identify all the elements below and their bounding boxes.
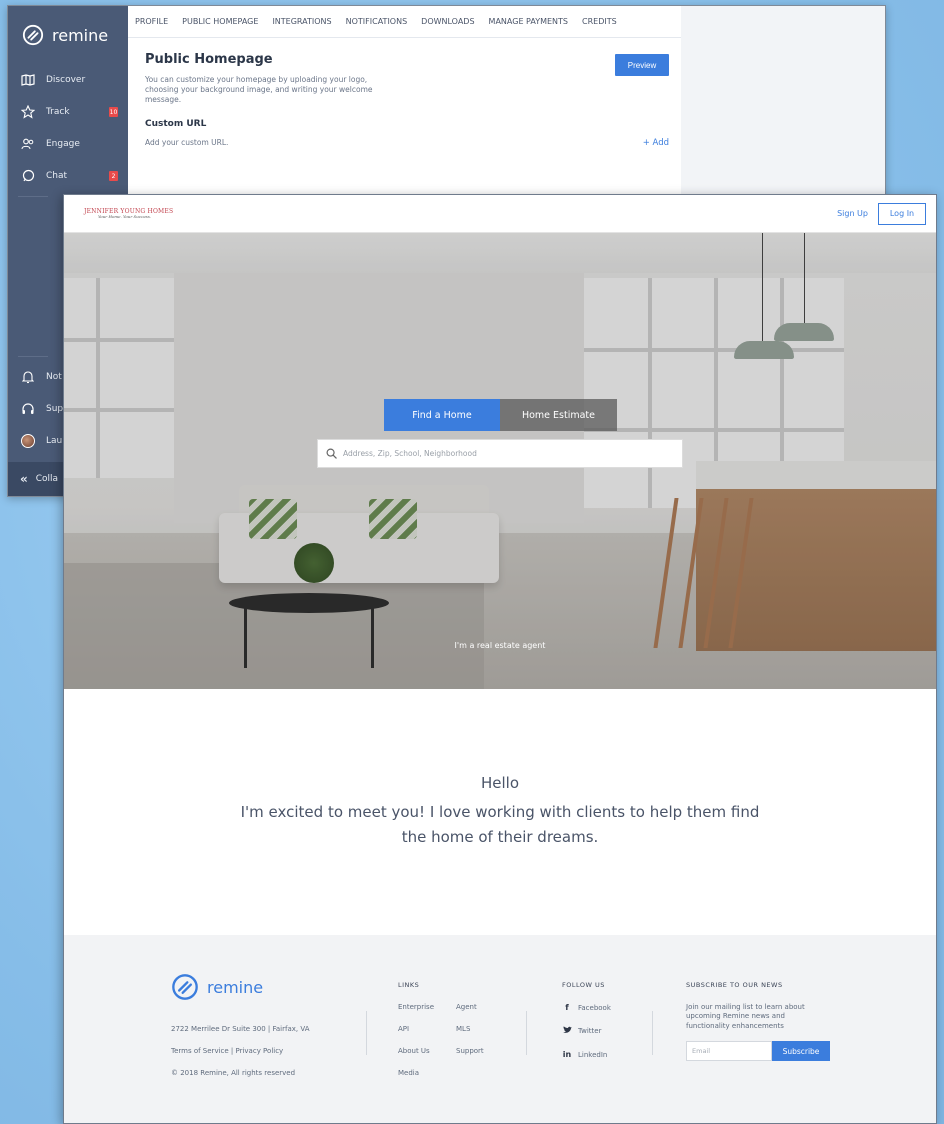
tab-notifications[interactable]: NOTIFICATIONS (346, 17, 408, 26)
log-in-button[interactable]: Log In (878, 202, 926, 225)
subscribe-heading: SUBSCRIBE TO OUR NEWS (686, 981, 783, 989)
auth-controls: Sign Up Log In (837, 202, 926, 225)
social-label: Facebook (578, 1003, 611, 1012)
public-homepage-settings: Public Homepage You can customize your h… (145, 52, 669, 148)
subscribe-description: Join our mailing list to learn about upc… (686, 1003, 805, 1030)
tab-manage-payments[interactable]: MANAGE PAYMENTS (489, 17, 568, 26)
sidebar-logo-text: remine (52, 25, 109, 45)
double-chevron-left-icon: « (20, 472, 28, 486)
sidebar-item-discover[interactable]: Discover (8, 64, 128, 96)
footer-link-media[interactable]: Media (398, 1069, 456, 1077)
footer-divider (366, 1011, 367, 1055)
footer-link-enterprise[interactable]: Enterprise (398, 1003, 456, 1011)
add-custom-url-link[interactable]: + Add (643, 138, 669, 148)
sidebar-divider (18, 196, 48, 197)
footer-logo[interactable]: remine (171, 973, 309, 1001)
tab-home-estimate[interactable]: Home Estimate (500, 399, 617, 431)
public-homepage-window: JENNIFER YOUNG HOMES Your Home. Your Suc… (63, 194, 937, 1124)
sidebar-item-label: Engage (46, 139, 80, 149)
sidebar-item-label: Track (46, 107, 70, 117)
collapse-label: Colla (35, 474, 59, 484)
sidebar-item-label: Sup (46, 404, 64, 414)
footer-links: LINKS Enterprise Agent API MLS About Us … (398, 981, 506, 1077)
avatar (21, 434, 35, 448)
site-footer: remine 2722 Merrilee Dr Suite 300 | Fair… (64, 935, 936, 1123)
welcome-message: I'm excited to meet you! I love working … (240, 802, 760, 847)
linkedin-icon: in (562, 1050, 572, 1059)
footer-divider (652, 1011, 653, 1055)
sidebar-item-chat[interactable]: Chat 2 (8, 160, 128, 192)
tab-integrations[interactable]: INTEGRATIONS (272, 17, 331, 26)
search-icon (326, 448, 337, 459)
track-count-badge: 10 (109, 107, 118, 117)
home-search-bar (317, 439, 683, 468)
brand-logo[interactable]: JENNIFER YOUNG HOMES Your Home. Your Suc… (84, 208, 173, 219)
footer-logo-text: remine (207, 977, 264, 997)
chat-count-badge: 2 (109, 171, 118, 181)
subscribe-form: Subscribe (686, 1041, 830, 1062)
sidebar-item-track[interactable]: Track 10 (8, 96, 128, 128)
custom-url-description: Add your custom URL. (145, 138, 229, 148)
sign-up-link[interactable]: Sign Up (837, 209, 868, 218)
sidebar-logo[interactable]: remine (8, 6, 128, 64)
twitter-icon (562, 1026, 572, 1036)
tab-downloads[interactable]: DOWNLOADS (421, 17, 474, 26)
section-description: You can customize your homepage by uploa… (145, 75, 373, 105)
chat-bubble-icon (20, 168, 36, 184)
footer-address: 2722 Merrilee Dr Suite 300 | Fairfax, VA (171, 1025, 310, 1033)
tab-profile[interactable]: PROFILE (135, 17, 168, 26)
bell-icon (20, 369, 36, 385)
remine-logo-icon (172, 974, 198, 1000)
subscribe-button[interactable]: Subscribe (772, 1041, 830, 1062)
footer-subscribe: SUBSCRIBE TO OUR NEWS Join our mailing l… (686, 981, 830, 1062)
tab-public-homepage[interactable]: PUBLIC HOMEPAGE (182, 17, 258, 26)
welcome-section: Hello I'm excited to meet you! I love wo… (64, 689, 936, 935)
remine-logo-icon (22, 24, 44, 46)
custom-url-title: Custom URL (145, 119, 207, 130)
facebook-icon: f (565, 1003, 569, 1012)
footer-copyright: © 2018 Remine, All rights reserved (171, 1069, 296, 1077)
social-label: Twitter (578, 1027, 602, 1035)
preview-button[interactable]: Preview (615, 54, 669, 76)
sidebar-item-label: Lau (46, 436, 63, 446)
hero-section: Find a Home Home Estimate I'm a real est… (64, 233, 936, 689)
footer-divider (526, 1011, 527, 1055)
footer-company: remine 2722 Merrilee Dr Suite 300 | Fair… (171, 973, 309, 1077)
sidebar-divider (18, 356, 48, 357)
people-icon (20, 136, 36, 152)
map-icon (20, 72, 36, 88)
real-estate-agent-link[interactable]: I'm a real estate agent (64, 641, 936, 650)
tab-find-a-home[interactable]: Find a Home (384, 399, 500, 431)
sidebar-item-label: Chat (46, 171, 68, 181)
footer-social: FOLLOW US f Facebook Twitter in LinkedIn (562, 981, 611, 1059)
star-icon (20, 104, 36, 120)
settings-tabs: PROFILE PUBLIC HOMEPAGE INTEGRATIONS NOT… (128, 6, 681, 38)
sidebar-item-label: Not (46, 372, 62, 382)
search-mode-tabs: Find a Home Home Estimate (384, 399, 617, 431)
social-label: LinkedIn (578, 1050, 608, 1059)
brand-tagline: Your Home. Your Success. (98, 213, 152, 219)
tab-credits[interactable]: CREDITS (582, 17, 617, 26)
search-input[interactable] (343, 449, 674, 458)
social-twitter-link[interactable]: Twitter (562, 1026, 611, 1036)
footer-legal-links[interactable]: Terms of Service | Privacy Policy (171, 1047, 309, 1055)
email-field[interactable] (686, 1041, 772, 1062)
footer-link-agent[interactable]: Agent (456, 1003, 506, 1011)
footer-link-mls[interactable]: MLS (456, 1025, 506, 1033)
sidebar-item-label: Discover (46, 75, 86, 85)
headset-icon (20, 401, 36, 417)
footer-link-api[interactable]: API (398, 1025, 456, 1033)
site-header: JENNIFER YOUNG HOMES Your Home. Your Suc… (64, 195, 936, 233)
footer-link-support[interactable]: Support (456, 1047, 506, 1055)
footer-link-about-us[interactable]: About Us (398, 1047, 456, 1055)
sidebar-item-engage[interactable]: Engage (8, 128, 128, 160)
links-heading: LINKS (398, 981, 420, 989)
welcome-heading: Hello (480, 773, 520, 792)
page-title: Public Homepage (145, 52, 273, 67)
follow-heading: FOLLOW US (562, 981, 605, 989)
social-linkedin-link[interactable]: in LinkedIn (562, 1050, 611, 1059)
social-facebook-link[interactable]: f Facebook (562, 1003, 611, 1012)
